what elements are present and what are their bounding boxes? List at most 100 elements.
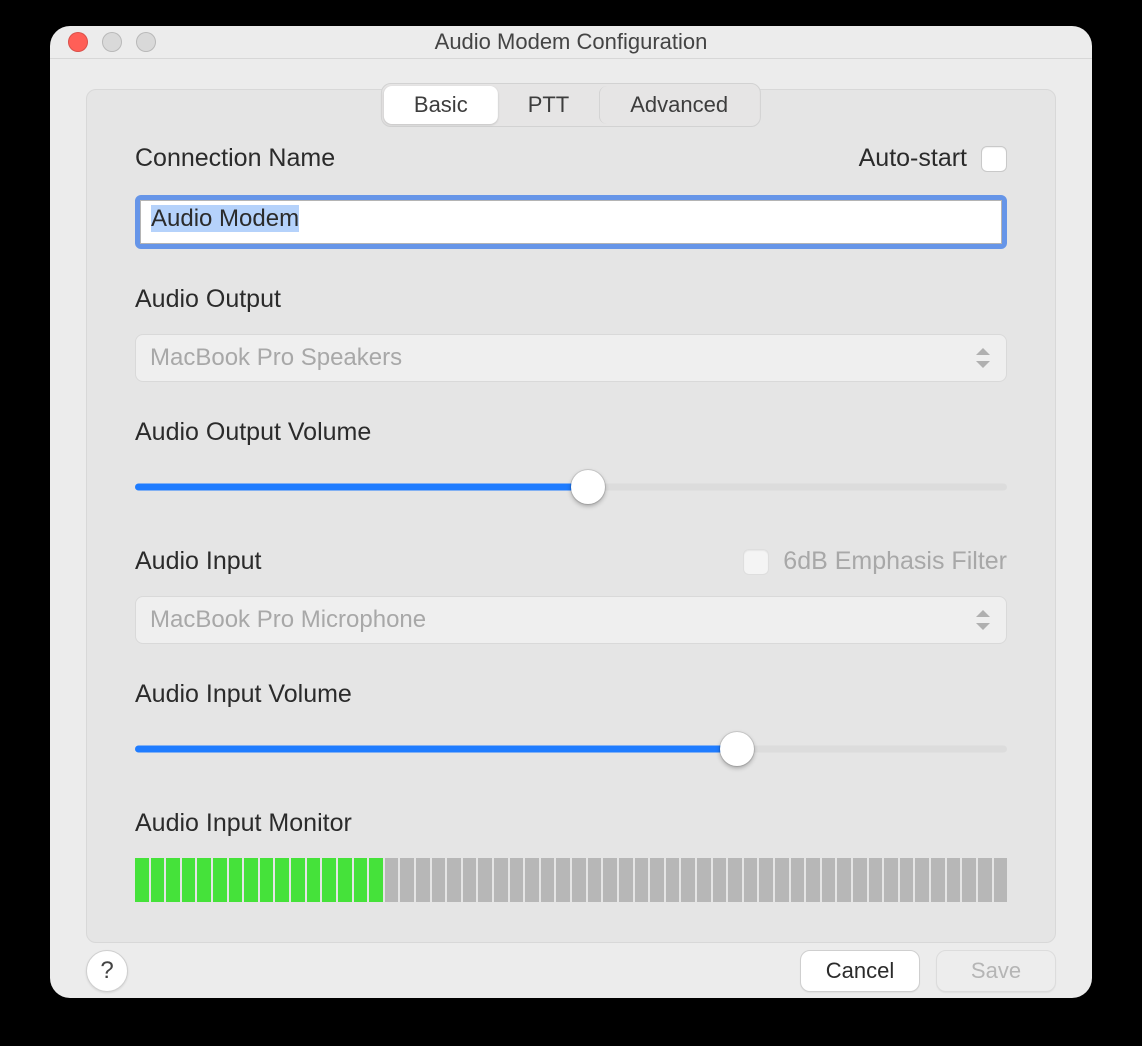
meter-segment	[619, 858, 633, 902]
meter-segment	[837, 858, 851, 902]
meter-segment	[697, 858, 711, 902]
audio-input-volume-slider[interactable]	[135, 731, 1007, 767]
cancel-button[interactable]: Cancel	[800, 950, 920, 992]
meter-segment	[447, 858, 461, 902]
zoom-icon	[136, 32, 156, 52]
meter-segment	[978, 858, 992, 902]
meter-segment	[806, 858, 820, 902]
meter-segment	[291, 858, 305, 902]
meter-segment	[962, 858, 976, 902]
tab-basic[interactable]: Basic	[384, 86, 498, 124]
meter-segment	[853, 858, 867, 902]
meter-segment	[666, 858, 680, 902]
window-title: Audio Modem Configuration	[50, 29, 1092, 55]
footer: ? Cancel Save	[50, 943, 1092, 998]
meter-segment	[260, 858, 274, 902]
audio-output-select[interactable]: MacBook Pro Speakers	[135, 334, 1007, 382]
meter-segment	[432, 858, 446, 902]
chevron-updown-icon	[976, 610, 992, 630]
meter-segment	[744, 858, 758, 902]
connection-name-value: Audio Modem	[151, 205, 299, 232]
slider-thumb[interactable]	[571, 470, 605, 504]
meter-segment	[994, 858, 1008, 902]
audio-output-volume-slider[interactable]	[135, 469, 1007, 505]
meter-segment	[510, 858, 524, 902]
audio-input-row: Audio Input 6dB Emphasis Filter	[135, 547, 1007, 576]
slider-fill	[135, 746, 737, 753]
slider-thumb[interactable]	[720, 732, 754, 766]
titlebar: Audio Modem Configuration	[50, 26, 1092, 59]
meter-segment	[900, 858, 914, 902]
meter-segment	[166, 858, 180, 902]
meter-segment	[182, 858, 196, 902]
connection-name-row: Connection Name Auto-start	[135, 144, 1007, 173]
audio-input-value: MacBook Pro Microphone	[150, 606, 426, 634]
audio-input-label: Audio Input	[135, 547, 262, 576]
meter-segment	[915, 858, 929, 902]
meter-segment	[884, 858, 898, 902]
meter-segment	[556, 858, 570, 902]
meter-segment	[541, 858, 555, 902]
meter-segment	[354, 858, 368, 902]
connection-name-field[interactable]: Audio Modem	[140, 200, 1002, 244]
audio-input-monitor-label: Audio Input Monitor	[135, 809, 1007, 838]
meter-segment	[244, 858, 258, 902]
meter-segment	[869, 858, 883, 902]
slider-fill	[135, 484, 588, 491]
meter-segment	[822, 858, 836, 902]
meter-segment	[494, 858, 508, 902]
connection-name-label: Connection Name	[135, 144, 335, 173]
meter-segment	[588, 858, 602, 902]
audio-input-monitor-meter	[135, 858, 1007, 902]
help-icon: ?	[100, 957, 113, 985]
emphasis-filter-control: 6dB Emphasis Filter	[743, 547, 1007, 576]
meter-segment	[713, 858, 727, 902]
autostart-control[interactable]: Auto-start	[859, 144, 1007, 173]
meter-segment	[572, 858, 586, 902]
minimize-icon	[102, 32, 122, 52]
tab-advanced[interactable]: Advanced	[599, 86, 758, 124]
meter-segment	[322, 858, 336, 902]
audio-output-value: MacBook Pro Speakers	[150, 344, 402, 372]
meter-segment	[947, 858, 961, 902]
emphasis-filter-checkbox	[743, 549, 769, 575]
meter-segment	[307, 858, 321, 902]
meter-segment	[681, 858, 695, 902]
emphasis-filter-label: 6dB Emphasis Filter	[783, 547, 1007, 576]
autostart-label: Auto-start	[859, 144, 967, 173]
tab-ptt[interactable]: PTT	[498, 86, 600, 124]
meter-segment	[229, 858, 243, 902]
save-button: Save	[936, 950, 1056, 992]
configuration-window: Audio Modem Configuration BasicPTTAdvanc…	[50, 26, 1092, 998]
autostart-checkbox[interactable]	[981, 146, 1007, 172]
meter-segment	[728, 858, 742, 902]
meter-segment	[385, 858, 399, 902]
connection-name-field-focus-ring: Audio Modem	[135, 195, 1007, 249]
meter-segment	[400, 858, 414, 902]
meter-segment	[151, 858, 165, 902]
meter-segment	[525, 858, 539, 902]
chevron-updown-icon	[976, 348, 992, 368]
meter-segment	[635, 858, 649, 902]
meter-segment	[213, 858, 227, 902]
meter-segment	[275, 858, 289, 902]
meter-segment	[369, 858, 383, 902]
meter-segment	[135, 858, 149, 902]
settings-panel: Connection Name Auto-start Audio Modem A…	[86, 89, 1056, 943]
meter-segment	[463, 858, 477, 902]
meter-segment	[759, 858, 773, 902]
audio-output-label: Audio Output	[135, 285, 1007, 314]
help-button[interactable]: ?	[86, 950, 128, 992]
meter-segment	[775, 858, 789, 902]
meter-segment	[650, 858, 664, 902]
meter-segment	[416, 858, 430, 902]
audio-input-volume-label: Audio Input Volume	[135, 680, 1007, 709]
audio-input-select[interactable]: MacBook Pro Microphone	[135, 596, 1007, 644]
close-icon[interactable]	[68, 32, 88, 52]
meter-segment	[603, 858, 617, 902]
window-controls	[68, 32, 156, 52]
meter-segment	[197, 858, 211, 902]
meter-segment	[791, 858, 805, 902]
meter-segment	[338, 858, 352, 902]
meter-segment	[478, 858, 492, 902]
